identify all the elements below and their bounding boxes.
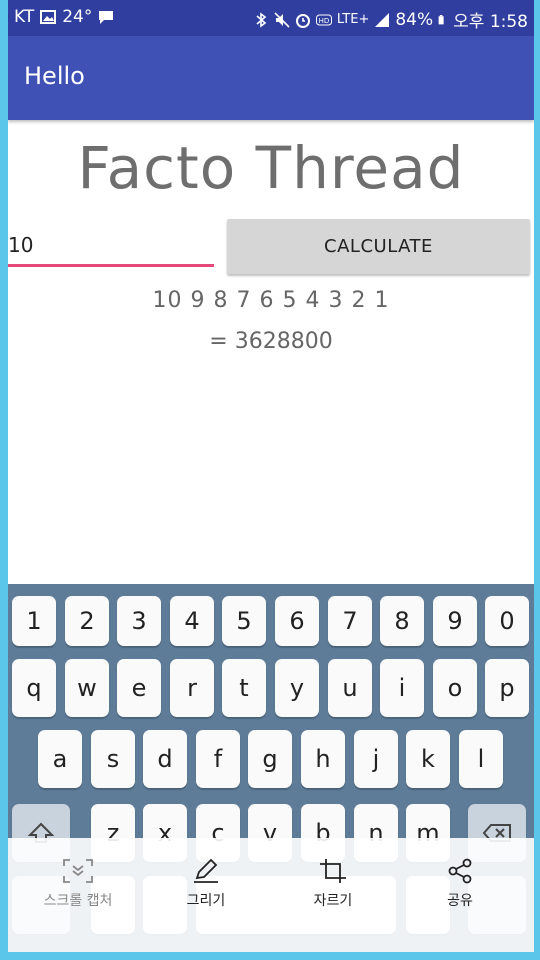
key-7[interactable]: 7 xyxy=(328,596,372,646)
key-l[interactable]: l xyxy=(459,730,503,788)
key-y[interactable]: y xyxy=(275,659,319,717)
key-k[interactable]: k xyxy=(406,730,450,788)
key-9[interactable]: 9 xyxy=(433,596,477,646)
key-j[interactable]: j xyxy=(354,730,398,788)
crop-button[interactable]: 자르기 xyxy=(278,858,388,910)
app-bar: Hello xyxy=(8,36,534,120)
alarm-icon xyxy=(295,13,310,28)
battery-icon xyxy=(438,14,444,24)
key-h[interactable]: h xyxy=(301,730,345,788)
key-e[interactable]: e xyxy=(117,659,161,717)
page-title: Facto Thread xyxy=(77,134,465,202)
app-screen: KT 24° HD LTE+ 84% 오후 1:58 Hello Facto T… xyxy=(8,0,534,952)
share-button[interactable]: 공유 xyxy=(405,858,515,910)
bluetooth-icon xyxy=(256,11,267,28)
status-left: KT 24° xyxy=(14,7,114,27)
key-8[interactable]: 8 xyxy=(380,596,424,646)
scroll-capture-icon xyxy=(63,859,93,883)
battery-percent-label: 84% xyxy=(395,9,434,30)
gallery-icon xyxy=(40,10,57,24)
key-t[interactable]: t xyxy=(222,659,266,717)
key-u[interactable]: u xyxy=(328,659,372,717)
key-i[interactable]: i xyxy=(380,659,424,717)
message-icon xyxy=(99,11,114,24)
key-f[interactable]: f xyxy=(196,730,240,788)
key-p[interactable]: p xyxy=(485,659,529,717)
clock-label: 오후 1:58 xyxy=(453,12,528,32)
share-icon xyxy=(448,858,472,884)
key-1[interactable]: 1 xyxy=(12,596,56,646)
key-w[interactable]: w xyxy=(65,659,109,717)
mute-icon xyxy=(274,11,290,28)
pencil-icon xyxy=(194,858,218,883)
key-2[interactable]: 2 xyxy=(65,596,109,646)
key-o[interactable]: o xyxy=(433,659,477,717)
network-type-label: LTE+ xyxy=(336,12,370,27)
hd-icon: HD xyxy=(315,14,332,25)
share-label: 공유 xyxy=(447,893,473,909)
key-5[interactable]: 5 xyxy=(222,596,266,646)
key-g[interactable]: g xyxy=(248,730,292,788)
factorial-result-text: = 3628800 xyxy=(209,329,333,354)
key-r[interactable]: r xyxy=(170,659,214,717)
app-bar-title: Hello xyxy=(24,62,85,90)
calculate-button[interactable]: CALCULATE xyxy=(227,219,530,274)
status-right: HD LTE+ 84% 오후 1:58 xyxy=(253,7,528,32)
key-a[interactable]: a xyxy=(38,730,82,788)
key-4[interactable]: 4 xyxy=(170,596,214,646)
temperature-label: 24° xyxy=(62,7,93,27)
draw-label: 그리기 xyxy=(186,893,226,909)
draw-button[interactable]: 그리기 xyxy=(151,858,261,910)
factorial-sequence-text: 10 9 8 7 6 5 4 3 2 1 xyxy=(152,288,390,313)
key-3[interactable]: 3 xyxy=(117,596,161,646)
key-6[interactable]: 6 xyxy=(275,596,319,646)
key-s[interactable]: s xyxy=(91,730,135,788)
number-input[interactable] xyxy=(8,226,214,267)
key-d[interactable]: d xyxy=(143,730,187,788)
key-q[interactable]: q xyxy=(12,659,56,717)
scroll-capture-label: 스크롤 캡처 xyxy=(43,893,113,909)
crop-label: 자르기 xyxy=(313,893,353,909)
carrier-label: KT xyxy=(14,7,35,27)
scroll-capture-button[interactable]: 스크롤 캡처 xyxy=(23,858,133,910)
status-bar: KT 24° HD LTE+ 84% 오후 1:58 xyxy=(8,0,534,36)
crop-icon xyxy=(320,859,346,883)
svg-text:HD: HD xyxy=(319,17,330,25)
capture-toolbar: 스크롤 캡처 그리기 자르기 공유 xyxy=(8,838,534,952)
signal-icon xyxy=(375,12,390,27)
key-0[interactable]: 0 xyxy=(485,596,529,646)
